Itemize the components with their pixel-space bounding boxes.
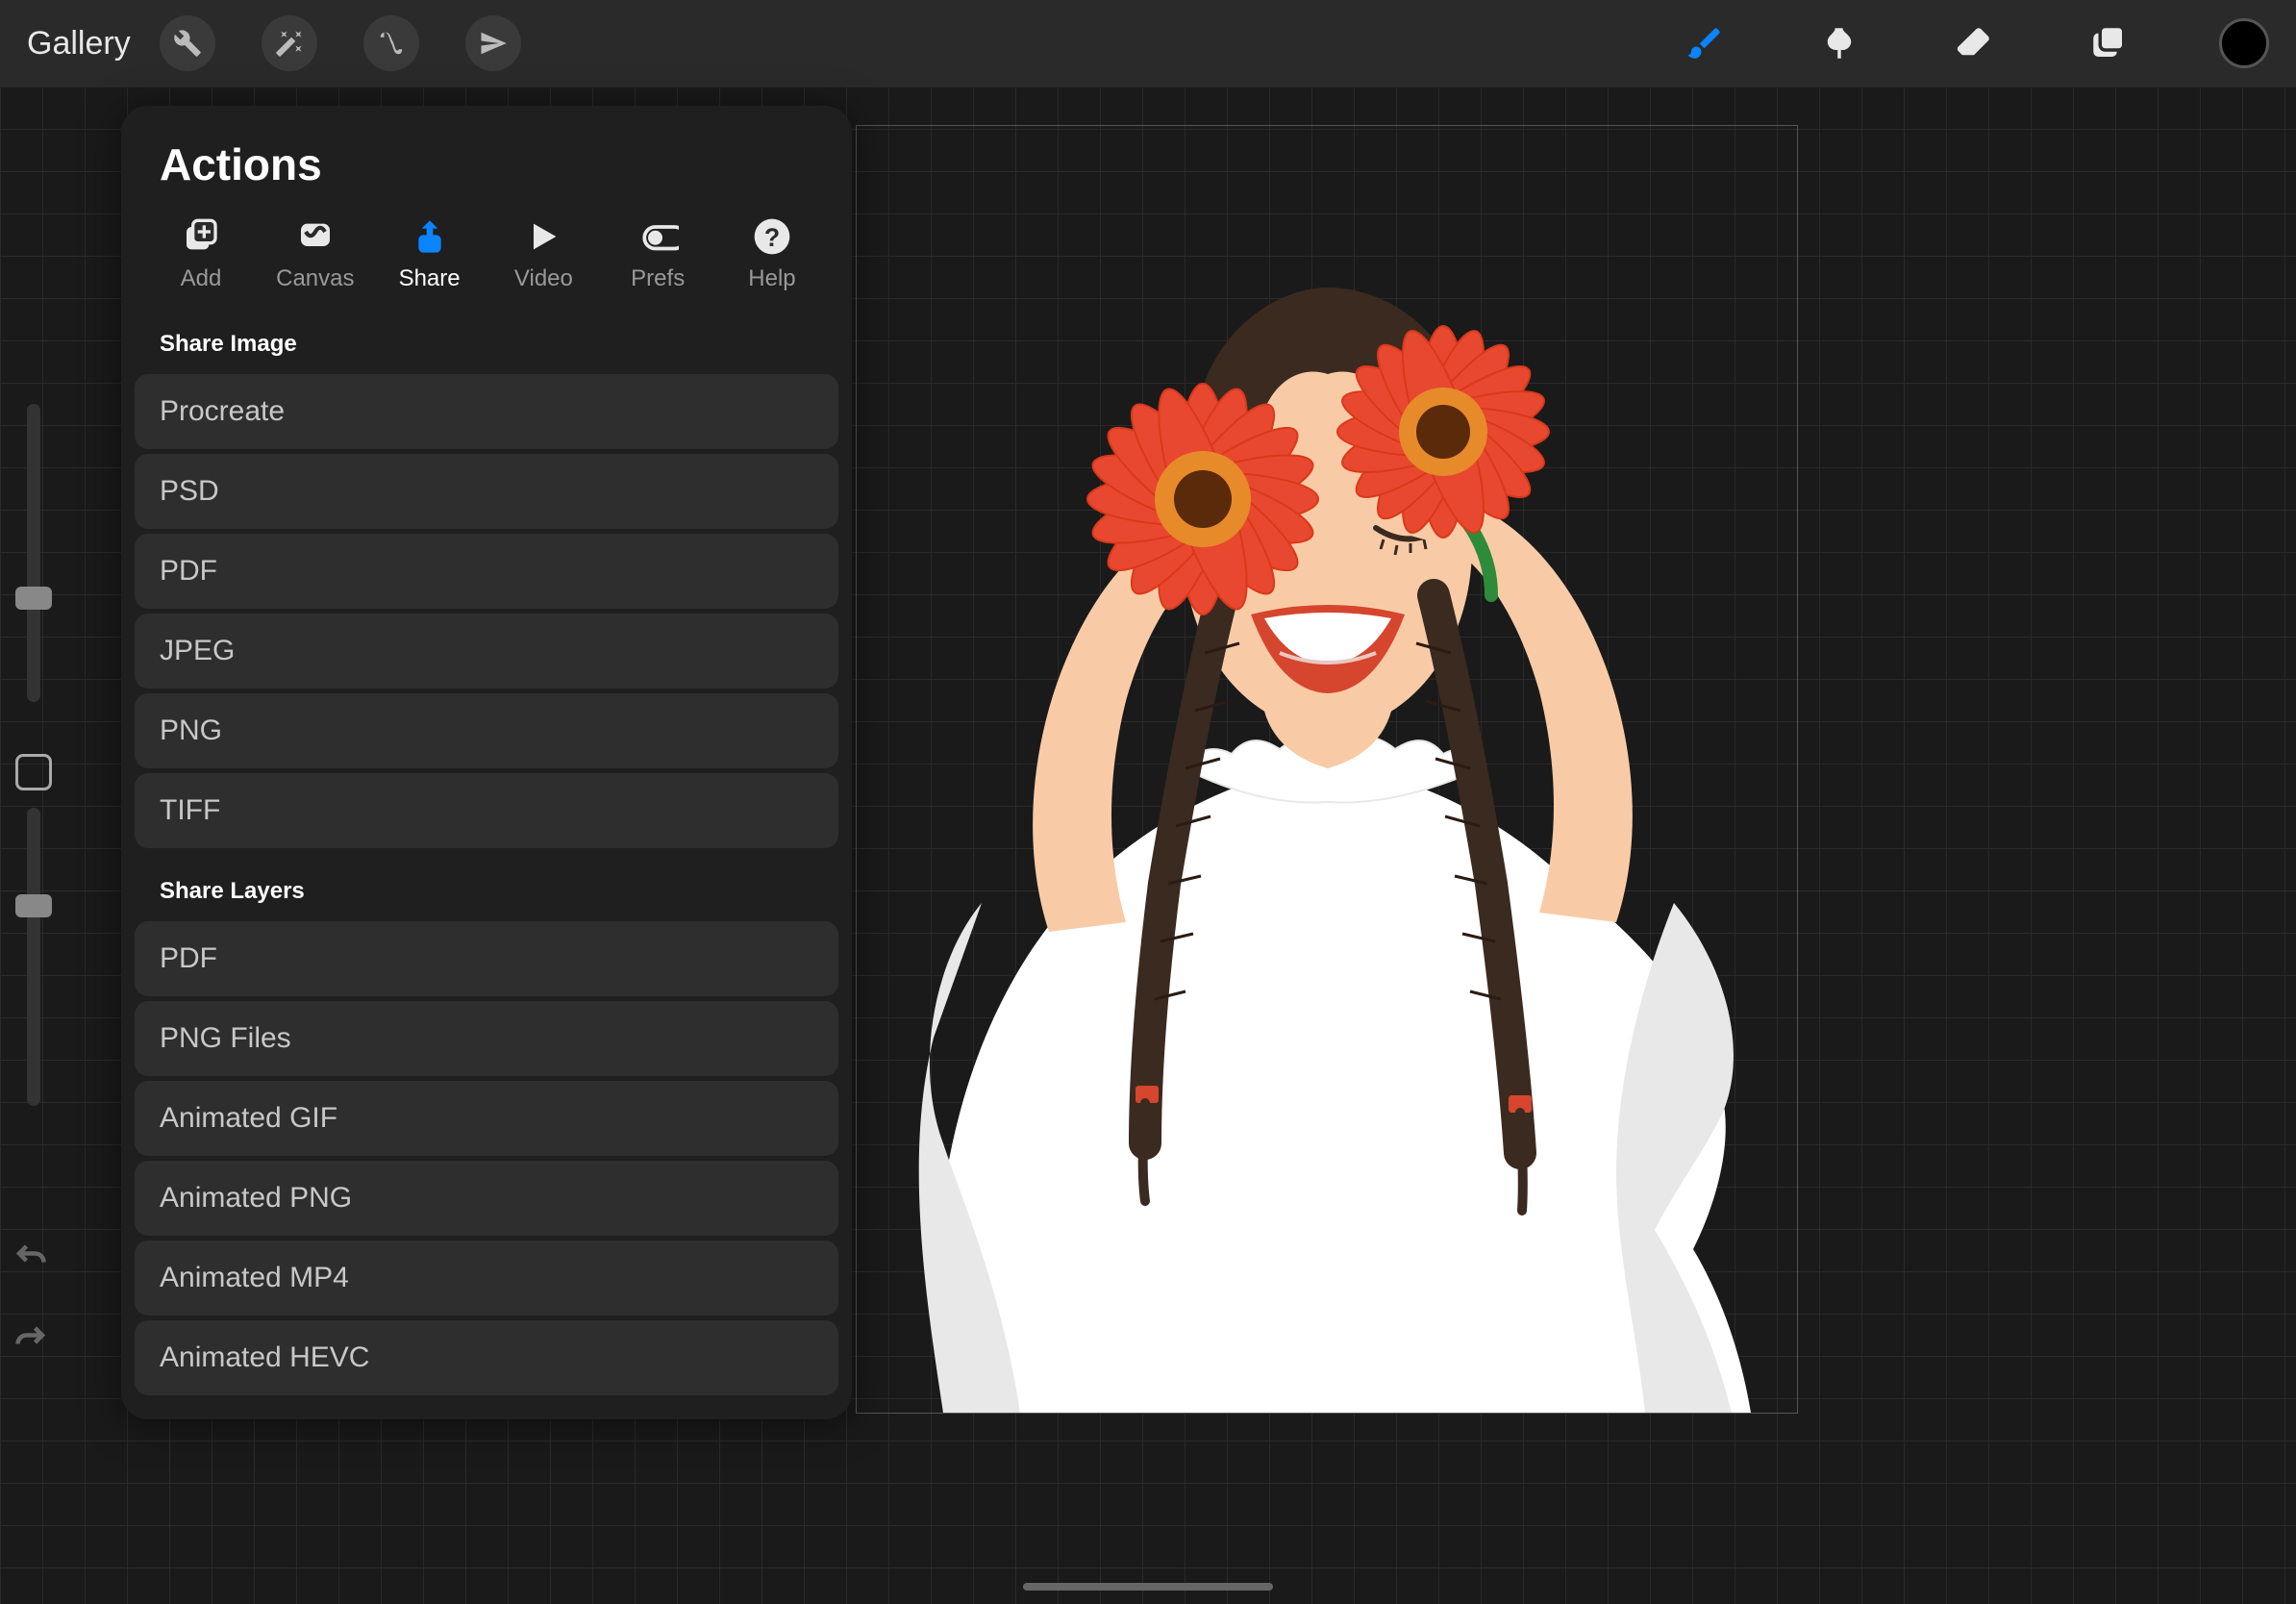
svg-text:?: ?	[764, 223, 780, 252]
tab-label: Share	[399, 265, 461, 292]
tab-label: Prefs	[631, 265, 685, 292]
tab-share[interactable]: Share	[373, 215, 487, 292]
opacity-thumb[interactable]	[15, 894, 52, 917]
opacity-slider[interactable]	[27, 808, 40, 1106]
share-layers-header: Share Layers	[121, 853, 852, 916]
tab-canvas[interactable]: Canvas	[259, 215, 372, 292]
option-tiff[interactable]: TIFF	[135, 773, 838, 848]
tab-prefs[interactable]: Prefs	[601, 215, 714, 292]
prefs-icon	[636, 215, 679, 258]
artwork-canvas[interactable]	[857, 230, 1797, 1413]
tab-help[interactable]: ? Help	[715, 215, 829, 292]
option-animated-gif[interactable]: Animated GIF	[135, 1081, 838, 1156]
canvas-icon	[294, 215, 337, 258]
tab-video[interactable]: Video	[487, 215, 600, 292]
tab-label: Add	[181, 265, 222, 292]
tab-add[interactable]: Add	[144, 215, 258, 292]
video-icon	[522, 215, 564, 258]
actions-popover: Actions Add Canvas Share Video	[121, 106, 852, 1419]
share-image-list: Procreate PSD PDF JPEG PNG TIFF	[121, 374, 852, 848]
option-png[interactable]: PNG	[135, 693, 838, 768]
eraser-tool[interactable]	[1950, 19, 1998, 67]
color-picker[interactable]	[2219, 18, 2269, 68]
option-animated-hevc[interactable]: Animated HEVC	[135, 1320, 838, 1395]
option-layers-pdf[interactable]: PDF	[135, 921, 838, 996]
actions-tabs: Add Canvas Share Video Prefs	[121, 215, 852, 306]
adjustments-button[interactable]	[262, 15, 317, 71]
top-toolbar: Gallery	[0, 0, 2296, 87]
option-animated-png[interactable]: Animated PNG	[135, 1161, 838, 1236]
tab-label: Canvas	[276, 265, 354, 292]
share-layers-list: PDF PNG Files Animated GIF Animated PNG …	[121, 921, 852, 1395]
brush-size-thumb[interactable]	[15, 587, 52, 610]
popover-title: Actions	[121, 138, 852, 215]
brush-size-slider[interactable]	[27, 404, 40, 702]
actions-button[interactable]	[160, 15, 215, 71]
smudge-tool[interactable]	[1815, 19, 1863, 67]
add-icon	[180, 215, 222, 258]
selection-button[interactable]	[363, 15, 419, 71]
help-icon: ?	[751, 215, 793, 258]
redo-button[interactable]	[13, 1322, 48, 1362]
brush-tool[interactable]	[1681, 19, 1729, 67]
undo-button[interactable]	[13, 1241, 48, 1280]
home-indicator	[1023, 1583, 1273, 1591]
gallery-button[interactable]: Gallery	[27, 25, 131, 63]
option-jpeg[interactable]: JPEG	[135, 614, 838, 689]
option-procreate[interactable]: Procreate	[135, 374, 838, 449]
share-image-header: Share Image	[121, 306, 852, 369]
option-animated-mp4[interactable]: Animated MP4	[135, 1241, 838, 1316]
side-sliders	[0, 404, 67, 1140]
option-png-files[interactable]: PNG Files	[135, 1001, 838, 1076]
modify-button[interactable]	[15, 754, 52, 790]
tab-label: Video	[514, 265, 573, 292]
share-icon	[409, 215, 451, 258]
option-pdf[interactable]: PDF	[135, 534, 838, 609]
tab-label: Help	[748, 265, 795, 292]
option-psd[interactable]: PSD	[135, 454, 838, 529]
layers-button[interactable]	[2084, 19, 2133, 67]
artwork-frame	[856, 125, 1798, 1414]
transform-button[interactable]	[465, 15, 521, 71]
